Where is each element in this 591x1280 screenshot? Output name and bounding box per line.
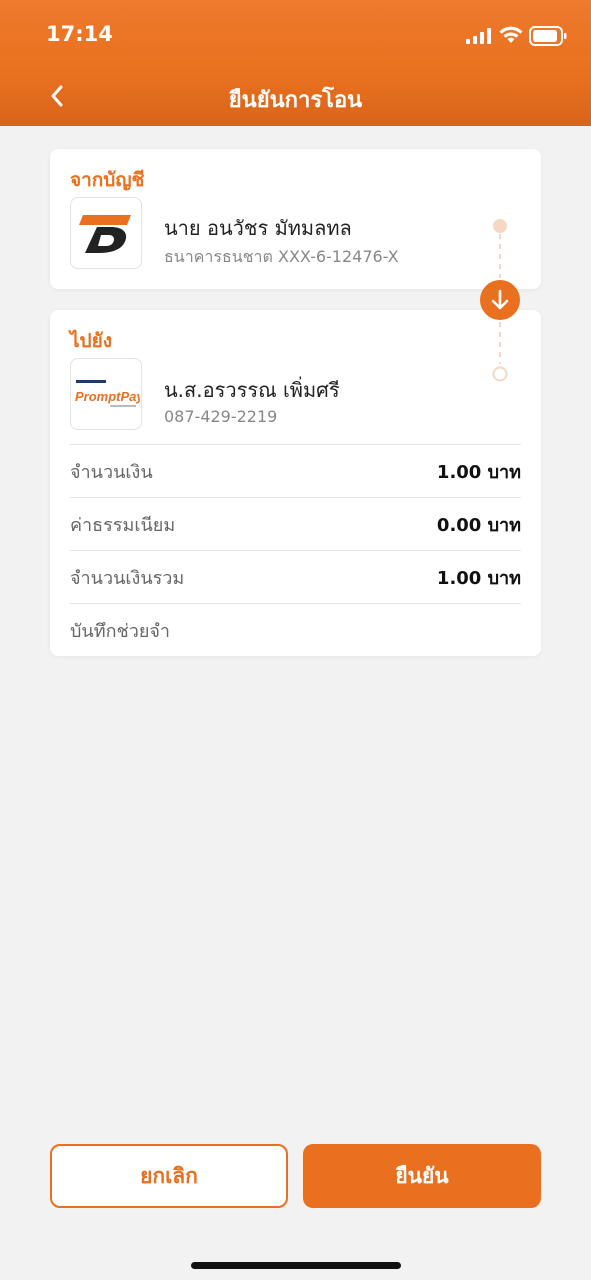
- signal-icon: [466, 28, 491, 44]
- thanachart-logo-icon: [79, 215, 131, 253]
- amount-value: 1.00 บาท: [436, 461, 521, 483]
- to-phone-number: 087-429-2219: [164, 407, 278, 426]
- memo-row[interactable]: บันทึกช่วยจำ: [70, 603, 521, 656]
- from-account-name: นาย อนวัชร มัทมลทล: [164, 216, 352, 240]
- home-indicator: [191, 1262, 401, 1269]
- status-time: 17:14: [46, 22, 113, 46]
- memo-label: บันทึกช่วยจำ: [70, 620, 171, 642]
- amount-row: จำนวนเงิน 1.00 บาท: [70, 444, 521, 497]
- cancel-button[interactable]: ยกเลิก: [50, 1144, 288, 1208]
- total-value: 1.00 บาท: [436, 567, 521, 589]
- total-label: จำนวนเงินรวม: [70, 567, 185, 589]
- from-account-card: จากบัญชี นาย อนวัชร มัทมลทล ธนาคารธนชาต …: [50, 149, 541, 289]
- footer-actions: ยกเลิก ยืนยัน: [0, 1100, 591, 1280]
- from-label: จากบัญชี: [70, 169, 145, 191]
- bank-logo: [70, 197, 142, 269]
- transfer-direction: [480, 280, 520, 320]
- nav-bar: ยืนยันการโอน: [0, 70, 591, 126]
- promptpay-logo-icon: PromptPay: [75, 380, 140, 407]
- total-row: จำนวนเงินรวม 1.00 บาท: [70, 550, 521, 603]
- wifi-icon: [499, 26, 523, 43]
- transfer-details: จำนวนเงิน 1.00 บาท ค่าธรรมเนียม 0.00 บาท…: [70, 444, 521, 656]
- fee-value: 0.00 บาท: [436, 514, 521, 536]
- arrow-down-icon: [491, 289, 509, 310]
- svg-text:PromptPay: PromptPay: [75, 389, 140, 404]
- to-label: ไปยัง: [70, 330, 113, 352]
- status-bar: 17:14: [0, 0, 591, 70]
- header-bar: 17:14 ยืนยันการโอน: [0, 0, 591, 126]
- confirm-button[interactable]: ยืนยัน: [303, 1144, 541, 1208]
- fee-label: ค่าธรรมเนียม: [70, 514, 176, 536]
- battery-icon: [529, 26, 567, 46]
- to-account-card: ไปยัง PromptPay น.ส.อรวรรณ เพิ่มศรี 087-…: [50, 310, 541, 656]
- amount-label: จำนวนเงิน: [70, 461, 153, 483]
- from-account-number: ธนาคารธนชาต XXX-6-12476-X: [164, 247, 399, 266]
- promptpay-logo: PromptPay: [70, 358, 142, 430]
- page-title: ยืนยันการโอน: [228, 88, 363, 113]
- fee-row: ค่าธรรมเนียม 0.00 บาท: [70, 497, 521, 550]
- to-account-name: น.ส.อรวรรณ เพิ่มศรี: [164, 378, 340, 402]
